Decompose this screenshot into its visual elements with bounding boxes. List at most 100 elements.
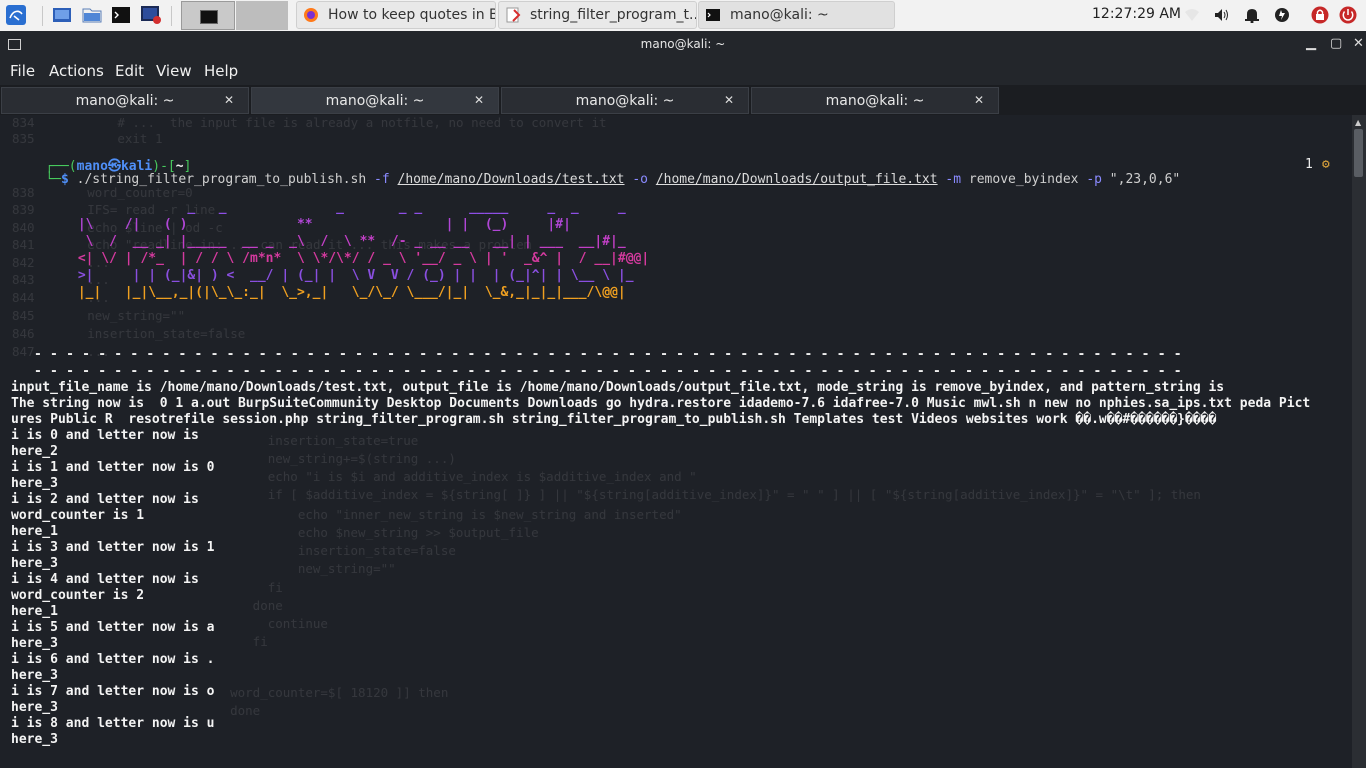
ghost-line: insertion_state=true (200, 433, 419, 448)
logout-icon[interactable] (1339, 6, 1357, 24)
workspace-2[interactable] (236, 1, 288, 30)
menu-file[interactable]: File (10, 62, 35, 80)
ghost-line: 845 new_string="" (12, 308, 186, 323)
task-firefox[interactable]: How to keep quotes in B... (296, 1, 496, 29)
minimize-button[interactable]: ▁ (1306, 36, 1316, 51)
banner-line: <| \/ | /*_ | / / \ /m*n* \ \*/\*/ / _ \… (70, 251, 657, 266)
terminal-root-icon[interactable] (139, 3, 163, 27)
output-line: i is 2 and letter now is (11, 492, 199, 507)
kali-menu-icon[interactable] (4, 3, 28, 27)
ghost-line: 834 # ... the input file is already a no… (12, 115, 607, 130)
output-line: here_3 (11, 556, 58, 571)
output-line: i is 8 and letter now is u (11, 716, 215, 731)
output-line: here_3 (11, 476, 58, 491)
banner-line: >| | | (_|&| ) < __/ | (_| | \ V V / (_)… (70, 268, 650, 283)
ghost-line: new_string+=$(string ...) (200, 451, 456, 466)
output-line: here_1 (11, 604, 58, 619)
terminal-scrollbar[interactable]: ▲ (1352, 115, 1366, 768)
task-label: string_filter_program_t... (530, 7, 697, 23)
output-line: input_file_name is /home/mano/Downloads/… (11, 380, 1225, 395)
task-terminal[interactable]: mano@kali: ~ (698, 1, 895, 29)
command-option: -f (374, 172, 390, 187)
tab-close-icon[interactable]: ✕ (974, 93, 984, 107)
output-line: The string now is 0 1 a.out BurpSuiteCom… (11, 396, 1311, 411)
lock-icon[interactable] (1311, 6, 1329, 24)
output-line: here_3 (11, 732, 58, 747)
tab-terminal-4[interactable]: mano@kali: ~ ✕ (751, 87, 999, 114)
terminal-icon[interactable] (109, 3, 133, 27)
menu-actions[interactable]: Actions (49, 62, 104, 80)
command-option: -p (1086, 172, 1102, 187)
output-line: i is 3 and letter now is 1 (11, 540, 215, 555)
tab-close-icon[interactable]: ✕ (474, 93, 484, 107)
ghost-line: done (200, 598, 283, 613)
command-option: -o (632, 172, 648, 187)
output-line: i is 6 and letter now is . (11, 652, 215, 667)
command-line[interactable]: └─$ ./string_filter_program_to_publish.s… (14, 157, 1180, 202)
window-title: mano@kali: ~ (640, 37, 726, 51)
tab-terminal-3[interactable]: mano@kali: ~ ✕ (501, 87, 749, 114)
top-panel: How to keep quotes in B... string_filter… (0, 0, 1366, 32)
ghost-line: echo "inner_new_string is $new_string an… (200, 507, 682, 522)
scrollbar-thumb[interactable] (1354, 129, 1363, 177)
ghost-line: 846 insertion_state=false (12, 326, 246, 341)
ghost-line: echo "i is $i and additive_index is $add… (200, 469, 697, 484)
tab-close-icon[interactable]: ✕ (224, 93, 234, 107)
maximize-button[interactable]: ▢ (1330, 36, 1342, 51)
separator-line: - - - - - - - - - - - - - - - - - - - - … (34, 364, 1182, 379)
command-arg-path[interactable]: /home/mano/Downloads/output_file.txt (656, 172, 938, 187)
menu-help[interactable]: Help (204, 62, 238, 80)
menu-bar: File Actions Edit View Help (0, 58, 1366, 85)
terminal-area[interactable]: 834 # ... the input file is already a no… (0, 115, 1352, 768)
separator-line: - - - - - - - - - - - - - - - - - - - - … (34, 347, 1182, 362)
close-button[interactable]: ✕ (1353, 36, 1364, 51)
clock[interactable]: 12:27:29 AM (1092, 6, 1181, 22)
scroll-up-icon[interactable]: ▲ (1355, 118, 1361, 127)
tab-label: mano@kali: ~ (75, 93, 175, 109)
output-line: here_1 (11, 524, 58, 539)
output-line: word_counter is 1 (11, 508, 145, 523)
output-line: here_2 (11, 444, 58, 459)
ghost-line: echo $new_string >> $output_file (200, 525, 539, 540)
tab-terminal-2[interactable]: mano@kali: ~ ✕ (251, 87, 499, 114)
banner-line: _ _ _ _ _ _____ _ _ _ (70, 200, 650, 215)
command-arg: ",23,0,6" (1109, 172, 1181, 187)
output-line: i is 1 and letter now is 0 (11, 460, 215, 475)
tab-terminal-1[interactable]: mano@kali: ~ ✕ (1, 87, 249, 114)
tab-close-icon[interactable]: ✕ (724, 93, 734, 107)
notification-bell-icon[interactable] (1243, 6, 1261, 24)
tab-label: mano@kali: ~ (825, 93, 925, 109)
tab-label: mano@kali: ~ (325, 93, 425, 109)
output-line: here_3 (11, 636, 58, 651)
menu-edit[interactable]: Edit (115, 62, 144, 80)
prompt-dollar: $ (60, 172, 77, 187)
output-line: ures Public R resotrefile session.php st… (11, 412, 1217, 427)
volume-icon[interactable] (1213, 6, 1231, 24)
banner-line: |_| |_|\__,_|(|\_\_:_| \_>,_| \_/\_/ \__… (70, 285, 634, 300)
window-titlebar[interactable]: mano@kali: ~ ▁ ▢ ✕ (0, 31, 1366, 58)
output-line: i is 4 and letter now is (11, 572, 199, 587)
menu-view[interactable]: View (156, 62, 192, 80)
command-option: -m (945, 172, 962, 187)
network-icon[interactable] (1183, 6, 1201, 24)
banner-line: \ / __ _| |_____ __ _ _\ / \ ** /- _ __ … (70, 234, 642, 249)
file-manager-icon[interactable] (80, 3, 104, 27)
ghost-line: insertion_state=false (200, 543, 456, 558)
workspace-1[interactable] (181, 1, 235, 30)
ghost-line: continue (200, 616, 328, 631)
tab-label: mano@kali: ~ (575, 93, 675, 109)
panel-divider (42, 6, 43, 26)
output-line: i is 7 and letter now is o (11, 684, 215, 699)
show-desktop-icon[interactable] (50, 3, 74, 27)
command-arg: remove_byindex (968, 172, 1079, 187)
prompt-corner: └─ (45, 172, 61, 187)
output-line: word_counter is 2 (11, 588, 145, 603)
text-editor-icon (506, 7, 521, 23)
ghost-line: fi (200, 580, 283, 595)
task-text-editor[interactable]: string_filter_program_t... (498, 1, 697, 29)
command-arg-path[interactable]: /home/mano/Downloads/test.txt (398, 172, 625, 187)
output-line: i is 0 and letter now is (11, 428, 199, 443)
terminal-icon (706, 9, 720, 21)
ghost-line: new_string="" (200, 561, 396, 576)
power-icon[interactable] (1273, 6, 1291, 24)
